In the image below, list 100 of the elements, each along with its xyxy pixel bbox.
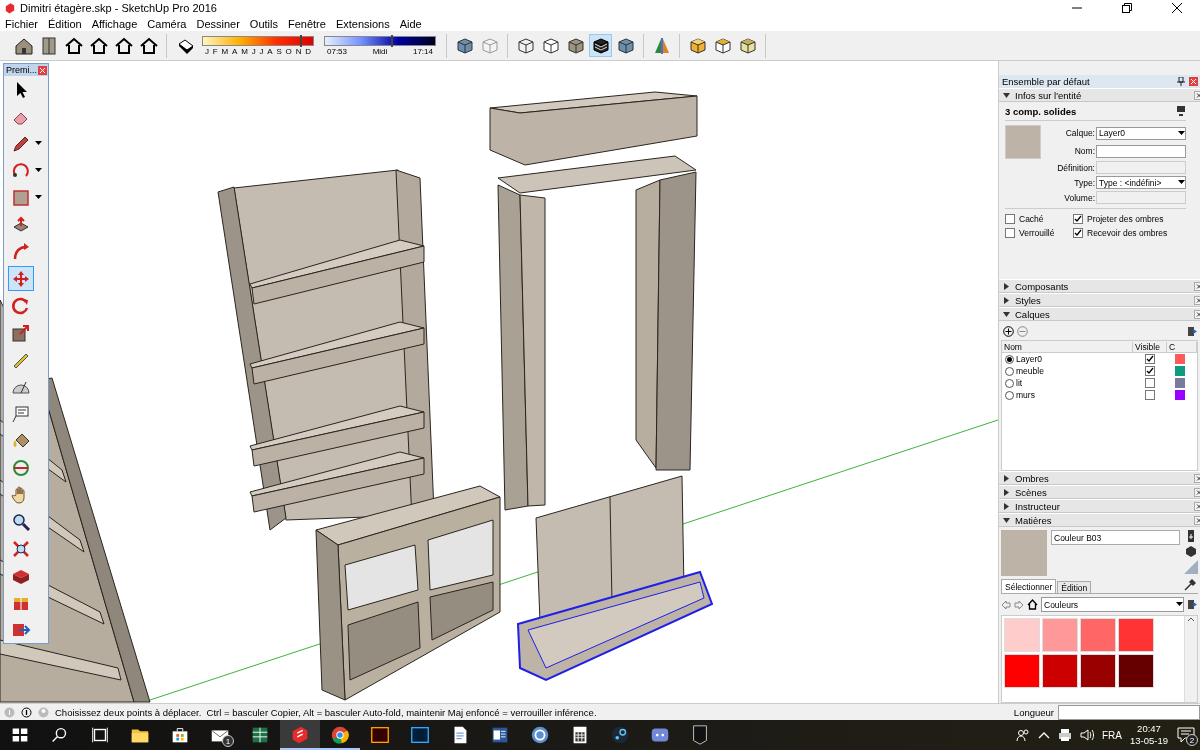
- checkbox[interactable]: [1073, 228, 1083, 238]
- menu-item[interactable]: Édition: [43, 17, 87, 30]
- library-dropdown[interactable]: Couleurs: [1041, 597, 1184, 612]
- measurement-field[interactable]: [1058, 704, 1200, 720]
- radio-button[interactable]: [1005, 366, 1014, 376]
- radio-button[interactable]: [1005, 354, 1014, 364]
- home-icon[interactable]: [1027, 599, 1038, 610]
- time-label: Midi: [372, 46, 388, 56]
- section-header[interactable]: Ombres: [999, 471, 1200, 485]
- language-indicator[interactable]: FRA: [1101, 729, 1122, 741]
- tab[interactable]: Édition: [1057, 581, 1092, 593]
- section-header[interactable]: Scènes: [999, 485, 1200, 499]
- selection-heading: 3 comp. solides: [1005, 106, 1077, 117]
- striped-cube-icon[interactable]: [589, 34, 612, 57]
- section-header[interactable]: Composants: [999, 279, 1200, 293]
- color-swatch[interactable]: [1042, 654, 1078, 688]
- menu-item[interactable]: Fichier: [0, 17, 43, 30]
- section-header[interactable]: Calques: [999, 307, 1200, 321]
- menu-item[interactable]: Caméra: [142, 17, 192, 30]
- dropdown-field[interactable]: Type : <indéfini>: [1096, 176, 1186, 189]
- text-field[interactable]: [1096, 144, 1186, 158]
- scroll-up-icon[interactable]: [1187, 616, 1195, 622]
- menu-item[interactable]: Dessiner: [191, 17, 245, 30]
- color-swatch[interactable]: [1004, 618, 1040, 652]
- layer-color[interactable]: [1175, 390, 1185, 400]
- month-label: O: [285, 46, 292, 56]
- add-icon[interactable]: [1003, 325, 1014, 337]
- slider-thumb[interactable]: [299, 34, 302, 47]
- field-label: Définition:: [1056, 162, 1096, 173]
- info-icon[interactable]: [21, 706, 32, 718]
- shade-icon: [1184, 560, 1198, 574]
- notification-icon[interactable]: [1177, 727, 1195, 743]
- people-icon[interactable]: [1015, 728, 1030, 742]
- column-header[interactable]: Visible: [1133, 341, 1167, 352]
- back-icon[interactable]: [1001, 599, 1011, 610]
- caret-icon[interactable]: [35, 168, 42, 173]
- caret-icon[interactable]: [35, 141, 42, 146]
- field-label: Volume:: [1063, 192, 1096, 203]
- checkbox[interactable]: [1145, 390, 1155, 400]
- menu-item[interactable]: Affichage: [86, 17, 143, 30]
- section-header[interactable]: Instructeur: [999, 499, 1200, 513]
- eyedropper-icon[interactable]: [1184, 579, 1196, 591]
- material-name-field[interactable]: Couleur B03: [1051, 530, 1180, 545]
- layer-color[interactable]: [1175, 366, 1185, 376]
- taskbar-button[interactable]: [280, 720, 320, 750]
- section-header[interactable]: Matières: [999, 513, 1200, 527]
- column-header[interactable]: C: [1167, 341, 1197, 352]
- checkbox[interactable]: [1073, 214, 1083, 224]
- layer-color[interactable]: [1175, 354, 1185, 364]
- checkbox[interactable]: [1145, 366, 1155, 376]
- clock[interactable]: 20:47 13-05-19: [1129, 723, 1168, 747]
- month-label: J: [251, 46, 256, 56]
- menu-item[interactable]: Aide: [394, 17, 427, 30]
- caret-icon: [1178, 180, 1185, 185]
- caret-icon: [1178, 130, 1185, 136]
- toggle-icon[interactable]: [1176, 106, 1186, 116]
- tab[interactable]: Sélectionner: [1001, 579, 1057, 593]
- taskbar-button[interactable]: 1: [200, 720, 240, 750]
- radio-button[interactable]: [1005, 378, 1014, 388]
- caret-icon[interactable]: [35, 195, 42, 200]
- printer-icon[interactable]: [1057, 728, 1072, 742]
- layer-color[interactable]: [1175, 378, 1185, 388]
- month-slider[interactable]: [202, 35, 314, 46]
- checkbox-label: Projeter des ombres: [1087, 214, 1164, 224]
- speaker-icon[interactable]: [1079, 728, 1094, 742]
- checkbox[interactable]: [1145, 354, 1155, 364]
- material-swatch: [1001, 530, 1047, 576]
- pin-icon[interactable]: [1177, 77, 1185, 86]
- section-header[interactable]: Styles: [999, 293, 1200, 307]
- checkbox[interactable]: [1005, 228, 1015, 238]
- details-icon[interactable]: [1187, 599, 1198, 610]
- cube-icon[interactable]: [1185, 545, 1197, 557]
- color-swatch[interactable]: [1118, 618, 1154, 652]
- details-icon[interactable]: [1187, 325, 1198, 337]
- color-swatch[interactable]: [1118, 654, 1154, 688]
- menu-item[interactable]: Extensions: [330, 17, 395, 30]
- radio-button[interactable]: [1005, 390, 1014, 400]
- chevron-icon[interactable]: [1037, 731, 1050, 739]
- column-header[interactable]: Nom: [1002, 341, 1133, 352]
- toggle-icon[interactable]: [1186, 530, 1196, 542]
- month-label: A: [232, 46, 238, 56]
- menu-item[interactable]: Outils: [244, 17, 283, 30]
- color-swatch[interactable]: [1042, 618, 1078, 652]
- field-label: Type:: [1073, 177, 1096, 188]
- section-header[interactable]: Infos sur l'entité: [999, 88, 1200, 102]
- time-slider[interactable]: [324, 35, 436, 46]
- cross-arrows-icon[interactable]: [8, 266, 34, 291]
- month-label: S: [276, 46, 282, 56]
- checkbox[interactable]: [1145, 378, 1155, 388]
- color-swatch[interactable]: [1004, 654, 1040, 688]
- color-swatch[interactable]: [1080, 618, 1116, 652]
- menu-item[interactable]: Fenêtre: [283, 17, 331, 30]
- color-swatch[interactable]: [1080, 654, 1116, 688]
- checkbox-label: Verrouillé: [1019, 228, 1055, 238]
- app-logo-icon: [4, 2, 16, 14]
- status-text: Choisissez deux points à déplacer. Ctrl = basculer Copier, Alt = basculer Auto-fold, maintenir Maj enfoncé = verrouiller inférence.: [55, 706, 598, 718]
- panel-title: Ensemble par défaut: [1002, 76, 1090, 87]
- palette-title: Premi...: [6, 65, 37, 75]
- dropdown-field[interactable]: Layer0: [1096, 126, 1186, 140]
- checkbox[interactable]: [1005, 214, 1015, 224]
